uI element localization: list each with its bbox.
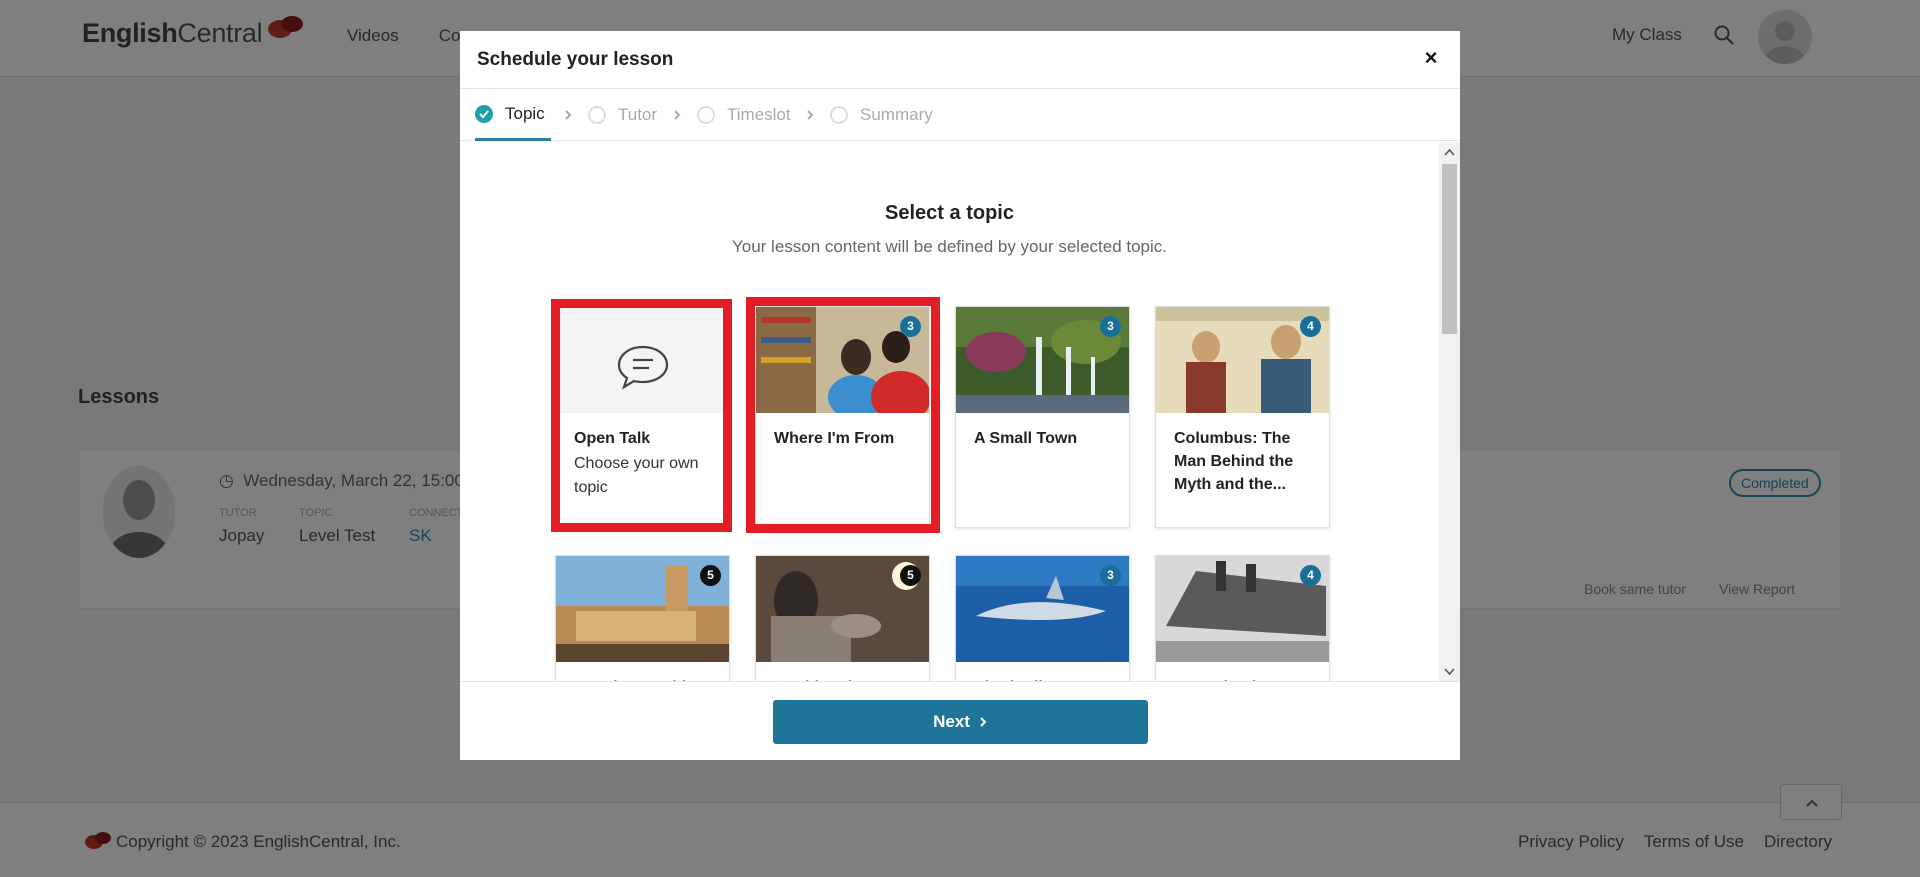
topic-card-rms-titanic[interactable]: 4 RMS Titanic: A bbox=[1155, 555, 1330, 683]
topic-card-a-small-town[interactable]: 3 A Small Town bbox=[955, 306, 1130, 528]
modal-body: Select a topic Your lesson content will … bbox=[460, 142, 1460, 683]
select-topic-subtitle: Your lesson content will be defined by y… bbox=[731, 237, 1168, 256]
level-badge: 3 bbox=[1100, 316, 1121, 337]
modal-scrollbar[interactable] bbox=[1439, 142, 1460, 683]
level-badge: 3 bbox=[1100, 565, 1121, 586]
close-icon[interactable]: × bbox=[1418, 45, 1444, 71]
chevron-right-icon bbox=[807, 110, 814, 120]
card-subtitle: Choose your own topic bbox=[574, 455, 699, 496]
level-badge: 3 bbox=[900, 316, 921, 337]
card-title: Open Talk bbox=[574, 430, 651, 447]
chevron-right-icon bbox=[980, 717, 987, 727]
step-topic-label: Topic bbox=[505, 103, 545, 123]
step-timeslot[interactable]: Timeslot bbox=[697, 89, 791, 141]
card-title: RMS Titanic: A bbox=[1156, 662, 1329, 683]
select-topic-heading: Select a topic bbox=[885, 202, 1014, 224]
scroll-down-arrow-icon[interactable] bbox=[1443, 665, 1456, 678]
level-badge: 5 bbox=[700, 565, 721, 586]
scroll-up-arrow-icon[interactable] bbox=[1443, 146, 1456, 159]
level-badge: 5 bbox=[900, 565, 921, 586]
card-title: Columbus: The Man Behind the Myth and th… bbox=[1174, 430, 1294, 493]
step-timeslot-label: Timeslot bbox=[727, 105, 791, 124]
topic-card-worlds-biggest[interactable]: 5 World's Biggest bbox=[755, 555, 930, 683]
card-thumbnail: 3 bbox=[956, 307, 1129, 413]
modal-title: Schedule your lesson bbox=[477, 49, 674, 70]
step-summary-label: Summary bbox=[860, 105, 933, 124]
modal-header: Schedule your lesson × bbox=[460, 31, 1460, 89]
next-button[interactable]: Next bbox=[773, 700, 1148, 744]
card-thumbnail: 4 bbox=[1156, 556, 1329, 662]
scrollbar-thumb[interactable] bbox=[1442, 164, 1457, 334]
chevron-right-icon bbox=[674, 110, 681, 120]
chevron-right-icon bbox=[565, 110, 572, 120]
card-thumbnail: 5 bbox=[556, 556, 729, 662]
card-thumbnail: 5 bbox=[756, 556, 929, 662]
card-title: A Small Town bbox=[974, 430, 1078, 447]
next-button-label: Next bbox=[933, 712, 970, 731]
topic-card-shark-alley[interactable]: 3 Shark Alley: Close bbox=[955, 555, 1130, 683]
step-circle-icon bbox=[697, 106, 715, 124]
card-title: Russia's Maritime bbox=[556, 662, 729, 683]
step-circle-icon bbox=[830, 106, 848, 124]
step-tutor-label: Tutor bbox=[618, 105, 658, 124]
chat-bubble-icon bbox=[556, 307, 729, 413]
card-thumbnail: 3 bbox=[956, 556, 1129, 662]
step-topic[interactable]: Topic bbox=[475, 89, 551, 141]
card-title: World's Biggest bbox=[756, 662, 929, 683]
level-badge: 4 bbox=[1300, 316, 1321, 337]
card-title: Shark Alley: Close bbox=[956, 662, 1129, 683]
step-summary[interactable]: Summary bbox=[830, 89, 933, 141]
topic-card-columbus[interactable]: 4 Columbus: The Man Behind the Myth and … bbox=[1155, 306, 1330, 528]
step-tutor[interactable]: Tutor bbox=[588, 89, 657, 141]
schedule-lesson-modal: Schedule your lesson × Topic Tutor Times… bbox=[460, 31, 1460, 760]
level-badge: 4 bbox=[1300, 565, 1321, 586]
modal-footer: Next bbox=[460, 681, 1460, 760]
step-progress: Topic Tutor Timeslot Summary bbox=[460, 89, 1460, 141]
topic-card-where-im-from[interactable]: 3 Where I'm From bbox=[755, 306, 930, 528]
card-thumbnail: 3 bbox=[756, 307, 929, 413]
card-thumbnail: 4 bbox=[1156, 307, 1329, 413]
check-icon bbox=[475, 104, 493, 123]
card-title: Where I'm From bbox=[774, 430, 895, 447]
step-circle-icon bbox=[588, 106, 606, 124]
topic-card-open-talk[interactable]: Open Talk Choose your own topic bbox=[555, 306, 730, 528]
topic-card-russias-maritime[interactable]: 5 Russia's Maritime bbox=[555, 555, 730, 683]
